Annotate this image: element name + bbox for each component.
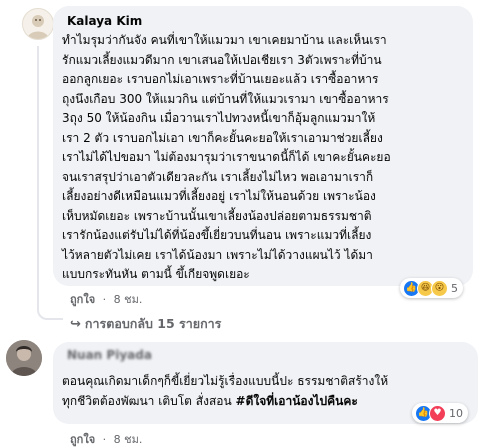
love-reaction-icon: ♥ [429,404,446,422]
comment-text-line: เราไม่ได้ไปขอมา ไม่ต้องมารุมว่าเราขนาดนี… [62,150,391,164]
comment-text-line: จนเราสรุปว่าเอาตัวเดียวละกัน เราเลี้ยงไม… [62,169,374,184]
comment-text-line: เห็บหมัดเยอะ เพราะบ้านนั้นเขาเลี้ยงน้องป… [62,208,372,223]
comment-text-line: ออกลูกเยอะ เราบอกไม่เอาเพราะที่บ้านเยอะแ… [62,72,379,86]
user-avatar-icon [27,15,49,39]
comment-text-line: เลี้ยงอย่างดีเหมือนแมวที่เลี้ยงอยู่ เราไ… [62,189,376,203]
view-replies-label: การตอบกลับ 15 รายการ [84,316,222,331]
like-button[interactable]: ถูกใจ [70,293,95,306]
comment-actions: ถูกใจ · 8 ชม. [70,290,142,308]
comment-bubble: Kalaya Kim ทำไมรุมว่ากันจัง คนที่เขาให้แ… [53,6,473,286]
comment-text-line: ถุงนึงเกือบ 300 ให้แมวกิน แต่บ้านที่ให้แ… [62,91,389,106]
commenter-avatar[interactable] [22,8,54,40]
comment-timestamp[interactable]: 8 ชม. [114,433,143,446]
reaction-summary[interactable]: 👍 😆 😮 5 [400,278,463,298]
comment-text-line: เรา 2 ตัว เราบอกไม่เอา เขาก็คะยั้นคะยอให… [62,130,383,145]
comment-text-line: แบบกระทันหัน ตามนี้ ขึ้เกียจพูดเยอะ [62,267,250,281]
view-replies-link[interactable]: ↪ การตอบกลับ 15 รายการ [70,314,221,334]
comment-text-line: ตอนคุณเกิดมาเด็กๆก็ขี้เยี่ยวไม่รู้เรื่อง… [62,374,389,388]
reply-arrow-icon: ↪ [70,316,81,332]
comment-timestamp[interactable]: 8 ชม. [114,293,143,306]
separator-dot: · [102,433,107,446]
comment-text-line: 3ถุง 50 ให้น้องกิน เมื่อวานเราไปทวงหนี้เ… [62,111,376,125]
comment-author[interactable]: Nuan Piyada [67,348,152,362]
wow-reaction-icon: 😮 [431,279,448,297]
comment-text-line: ทุกชีวิตต้องพัฒนา เติบโต สั่งสอน #ดีใจที… [62,392,358,412]
reaction-count: 5 [451,281,458,295]
comment-text-line: รักแมวเลี้ยงแมวดีมาก เขาเสนอให้เปอเชียเร… [62,52,382,67]
thread-connector [37,46,63,320]
comment-text-line: เรารักน้องแต่รับไม่ได้ที่น้องขึ้เยี่ยวบน… [62,228,372,242]
reaction-count: 10 [449,406,463,420]
hashtag-link[interactable]: #ดีใจที่เอาน้องไปคืนคะ [236,394,358,408]
user-avatar-icon [6,340,42,376]
comment-text-line: ทำไมรุมว่ากันจัง คนที่เขาให้แมวมา เขาเคย… [62,33,387,47]
separator-dot: · [102,293,107,306]
comment-text: ทุกชีวิตต้องพัฒนา เติบโต สั่งสอน [62,394,236,408]
reaction-summary[interactable]: 👍 ♥ 10 [412,403,468,423]
commenter-avatar[interactable] [6,340,42,376]
comment-author[interactable]: Kalaya Kim [67,14,142,28]
comment-actions: ถูกใจ · 8 ชม. [70,430,142,448]
comment-text-line: ไว้หลายตัวไม่เคย เราได้น้องมา เพราะไม่ได… [62,247,373,262]
like-button[interactable]: ถูกใจ [70,433,95,446]
